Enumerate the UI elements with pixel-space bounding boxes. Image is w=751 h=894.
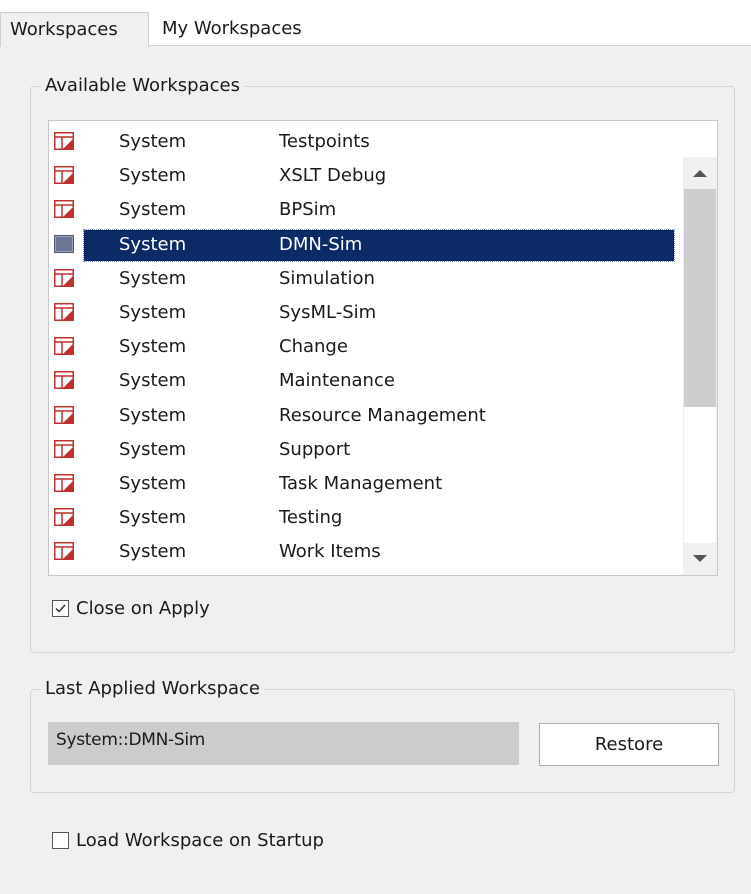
workspace-owner: System	[119, 438, 187, 460]
workspace-name: SysML-Sim	[279, 302, 377, 323]
workspace-owner: System	[119, 233, 187, 255]
scroll-down-arrow-icon	[693, 555, 707, 562]
load-on-startup-box[interactable]	[52, 832, 69, 849]
list-item[interactable]: System Change	[49, 330, 679, 363]
load-on-startup-checkbox[interactable]: Load Workspace on Startup	[52, 830, 392, 854]
vertical-scrollbar[interactable]	[683, 157, 717, 575]
tab-bar: Workspaces My Workspaces	[0, 0, 751, 47]
list-item[interactable]: System DMN-Sim	[49, 228, 679, 262]
scroll-down-button[interactable]	[683, 543, 717, 575]
workspace-owner: System	[119, 336, 187, 358]
list-item[interactable]: System Work Items	[49, 535, 679, 568]
list-item[interactable]: System Resource Management	[49, 399, 679, 432]
workspace-name: Resource Management	[279, 404, 486, 426]
checkmark-icon	[55, 604, 66, 613]
last-applied-workspace-legend: Last Applied Workspace	[41, 677, 264, 701]
load-on-startup-label: Load Workspace on Startup	[76, 830, 324, 851]
workspace-layout-icon	[54, 303, 74, 321]
workspace-name: Testpoints	[279, 131, 370, 152]
workspace-name: Testing	[279, 507, 343, 529]
workspace-name: Work Items	[279, 541, 381, 563]
restore-button[interactable]: Restore	[539, 723, 719, 766]
workspace-owner: System	[119, 131, 187, 152]
scrollbar-thumb[interactable]	[684, 189, 716, 407]
scroll-up-button[interactable]	[683, 157, 717, 189]
scroll-up-arrow-icon	[693, 170, 707, 177]
workspace-name: Task Management	[279, 473, 443, 494]
workspace-list[interactable]: System Testpoints System XSLT Debug System BP…	[48, 120, 718, 576]
workspace-name: Support	[279, 438, 351, 460]
close-on-apply-box[interactable]	[52, 600, 69, 617]
last-applied-workspace-field: System::DMN-Sim	[48, 722, 519, 765]
workspace-name: XSLT Debug	[279, 165, 387, 187]
workspace-owner: System	[119, 199, 187, 221]
workspace-owner: System	[119, 302, 187, 323]
workspace-layout-icon	[54, 439, 74, 458]
workspace-name: Maintenance	[279, 370, 395, 392]
workspace-name: DMN-Sim	[279, 233, 363, 255]
workspace-owner: System	[119, 370, 187, 392]
workspace-layout-icon	[54, 508, 74, 527]
list-item[interactable]: System Support	[49, 433, 679, 466]
workspace-layout-icon	[54, 132, 74, 150]
close-on-apply-label: Close on Apply	[76, 598, 210, 619]
workspace-layout-icon	[54, 542, 74, 561]
workspace-layout-icon	[54, 337, 74, 356]
workspace-owner: System	[119, 404, 187, 426]
workspace-owner: System	[119, 473, 187, 494]
list-item[interactable]: System Maintenance	[49, 364, 679, 397]
workspace-owner: System	[119, 165, 187, 187]
workspace-layout-icon	[54, 268, 74, 287]
workspace-layout-icon	[54, 371, 74, 390]
list-item[interactable]: System SysML-Sim	[49, 296, 679, 329]
tab-workspaces[interactable]: Workspaces	[0, 12, 149, 47]
workspace-layout-icon	[54, 200, 74, 219]
list-item[interactable]: System XSLT Debug	[49, 159, 679, 192]
workspace-owner: System	[119, 507, 187, 529]
list-item[interactable]: System Testing	[49, 501, 679, 534]
tab-my-workspaces[interactable]: My Workspaces	[156, 12, 346, 46]
available-workspaces-legend: Available Workspaces	[41, 74, 244, 98]
workspace-owner: System	[119, 267, 187, 289]
workspace-layout-icon	[54, 234, 74, 253]
list-item[interactable]: System Task Management	[49, 467, 679, 500]
list-item[interactable]: System BPSim	[49, 193, 679, 226]
workspace-layout-icon	[54, 166, 74, 185]
scrollbar-track[interactable]	[684, 407, 716, 543]
workspace-layout-icon	[54, 405, 74, 424]
list-item[interactable]: System Simulation	[49, 262, 679, 295]
list-item[interactable]: System Testpoints	[49, 125, 679, 158]
close-on-apply-checkbox[interactable]: Close on Apply	[52, 598, 292, 622]
workspace-layout-icon	[54, 474, 74, 492]
workspace-name: Simulation	[279, 267, 375, 289]
workspace-name: Change	[279, 336, 348, 358]
workspace-name: BPSim	[279, 199, 337, 221]
workspace-owner: System	[119, 541, 187, 563]
